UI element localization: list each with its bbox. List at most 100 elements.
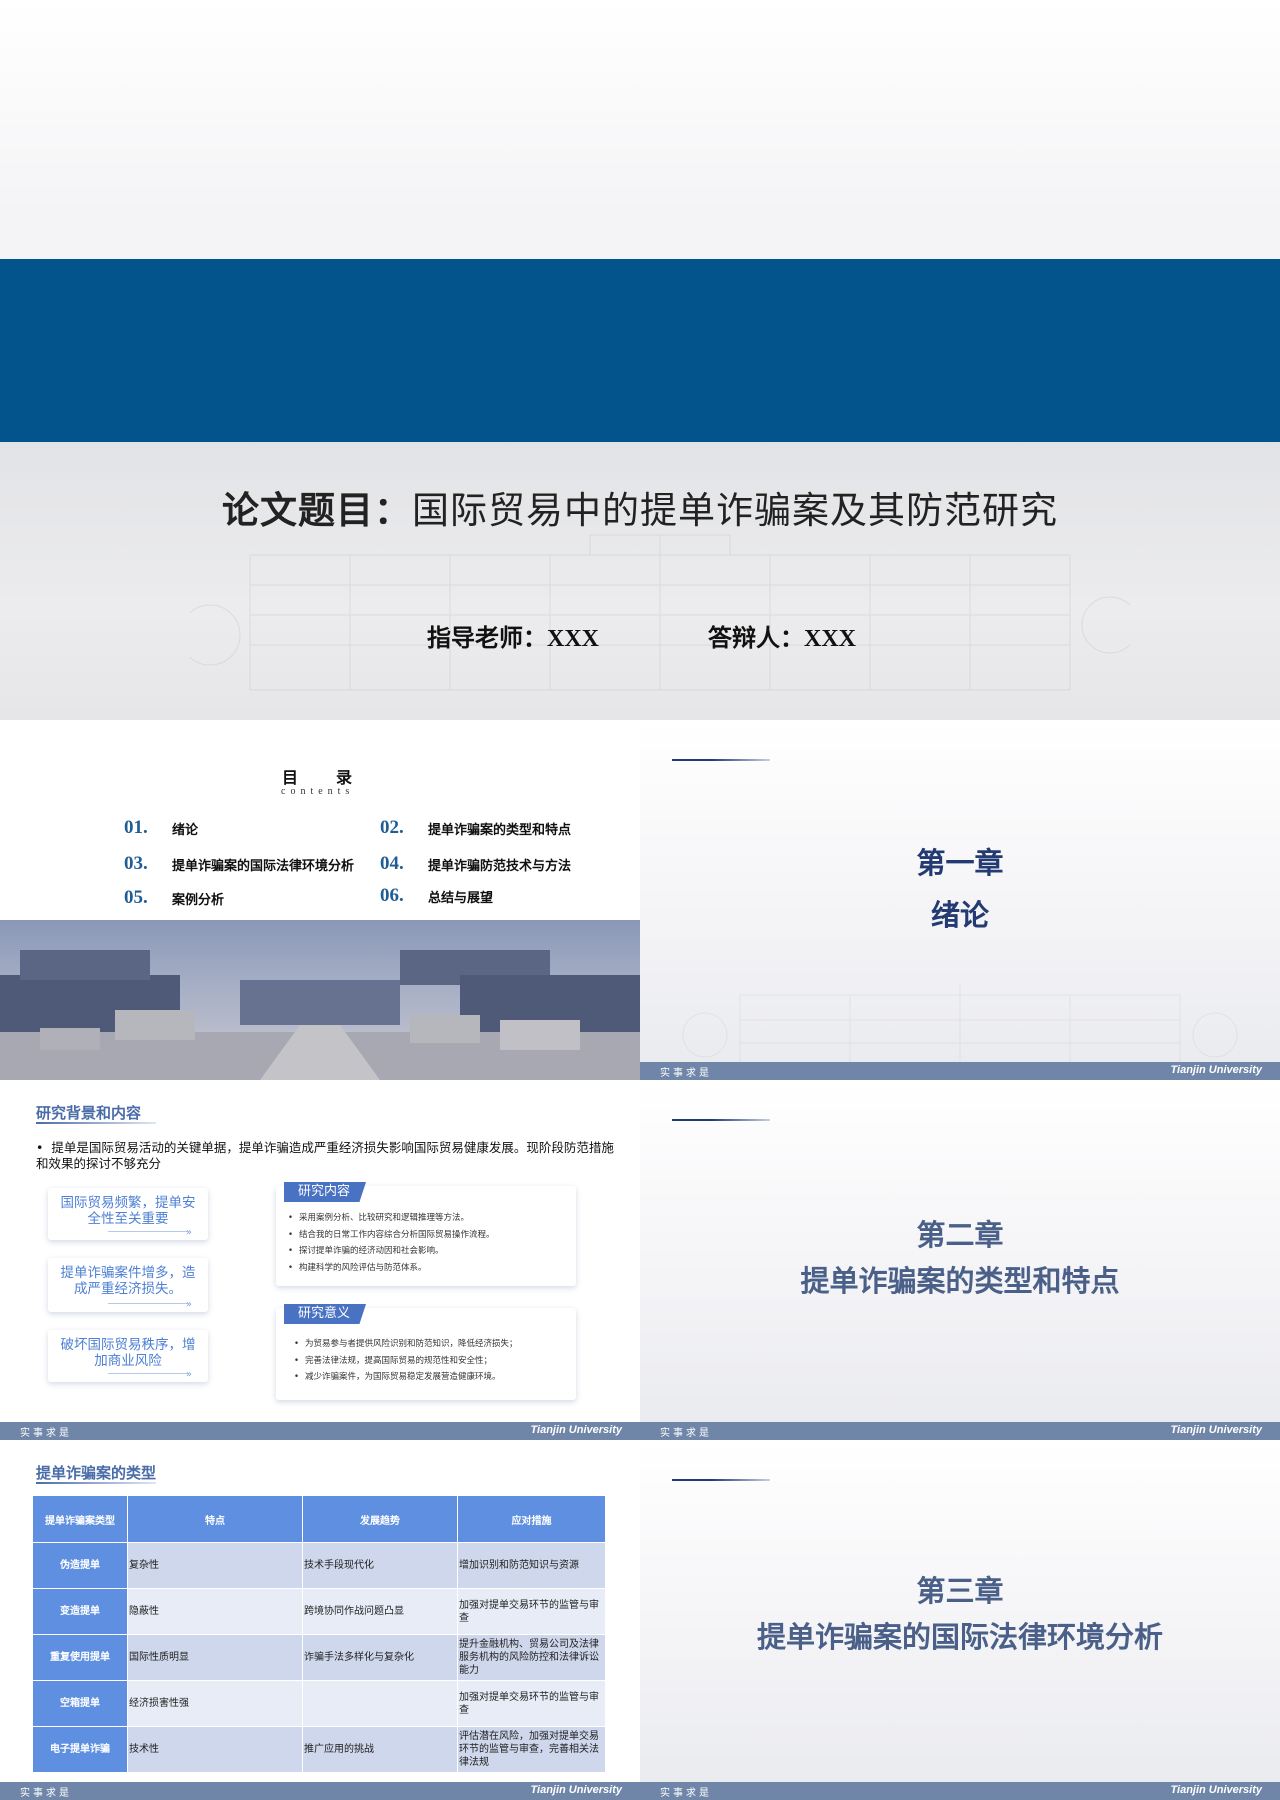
chapter-number: 第二章 <box>916 1218 1004 1252</box>
chapter-title: 绪论 <box>930 898 989 932</box>
footer-university: Tianjin University <box>1170 1784 1263 1796</box>
table-cell: 加强对提单交易环节的监管与审查 <box>457 1680 606 1727</box>
research-content-list: 采用案例分析、比较研究和逻辑推理等方法。 结合我的日常工作内容综合分析国际贸易操… <box>288 1210 495 1276</box>
chevron-right-icon: » <box>185 1227 192 1238</box>
table-cell: 评估潜在风险，加强对提单交易环节的监管与审查，完善相关法律法规 <box>457 1726 606 1773</box>
table-cell: 技术手段现代化 <box>302 1542 458 1589</box>
advisor-line: 指导老师：XXX <box>427 618 599 653</box>
research-significance-list: 为贸易参与者提供风险识别和防范知识，降低经济损失； 完善法律法规，提高国际贸易的… <box>294 1336 518 1386</box>
list-item: 采用案例分析、比较研究和逻辑推理等方法。 <box>288 1210 495 1227</box>
research-significance-panel: 研究意义 为贸易参与者提供风险识别和防范知识，降低经济损失； 完善法律法规，提高… <box>276 1304 576 1400</box>
toc-label: 提单诈骗案的类型和特点 <box>428 822 572 838</box>
toc-subheading: contents <box>281 786 355 797</box>
table-row: 空箱提单 经济损害性强 加强对提单交易环节的监管与审查 <box>32 1680 606 1727</box>
column-header: 发展趋势 <box>302 1495 458 1543</box>
table-cell: 推广应用的挑战 <box>302 1726 458 1773</box>
research-content-panel: 研究内容 采用案例分析、比较研究和逻辑推理等方法。 结合我的日常工作内容综合分析… <box>276 1182 576 1286</box>
footer-seal: 实事求是 <box>20 1428 72 1439</box>
footer-seal: 实事求是 <box>660 1428 712 1439</box>
defender-value: XXX <box>804 626 856 652</box>
toc-heading: 目录 <box>282 768 391 787</box>
research-content-tag: 研究内容 <box>284 1182 367 1202</box>
campus-photo <box>0 920 640 1080</box>
list-item: 减少诈骗案件，为国际贸易稳定发展营造健康环境。 <box>294 1369 518 1386</box>
chapter-number: 第三章 <box>916 1574 1004 1608</box>
table-cell: 增加识别和防范知识与资源 <box>457 1542 606 1589</box>
chevron-right-icon: » <box>185 1299 192 1310</box>
campus-building-sketch <box>190 534 1130 691</box>
column-header: 提单诈骗案类型 <box>32 1495 128 1543</box>
toc-number: 06. <box>380 885 404 906</box>
chevron-right-icon: » <box>185 1369 192 1380</box>
table-header-row: 提单诈骗案类型 特点 发展趋势 应对措施 <box>32 1495 606 1543</box>
footer-university: Tianjin University <box>1170 1064 1263 1076</box>
list-item: 结合我的日常工作内容综合分析国际贸易操作流程。 <box>288 1227 495 1244</box>
chapter-2-slide: 第二章 提单诈骗案的类型和特点 实事求是 Tianjin University <box>640 1080 1280 1440</box>
toc-label: 提单诈骗防范技术与方法 <box>428 858 572 874</box>
chapter-title: 提单诈骗案的国际法律环境分析 <box>756 1620 1163 1654</box>
footer-seal: 实事求是 <box>660 1068 712 1079</box>
decor-line <box>672 1479 770 1481</box>
toc-item-05[interactable]: 05. 案例分析 <box>124 887 224 909</box>
toc-item-03[interactable]: 03. 提单诈骗案的国际法律环境分析 <box>124 853 354 875</box>
toc-number: 03. <box>124 853 148 874</box>
toc-label: 总结与展望 <box>428 890 494 906</box>
table-cell: 经济损害性强 <box>127 1680 303 1727</box>
list-item: 构建科学的风险评估与防范体系。 <box>288 1260 495 1277</box>
card-underline <box>108 1303 188 1304</box>
table-row: 伪造提单 复杂性 技术手段现代化 增加识别和防范知识与资源 <box>32 1542 606 1589</box>
slide-footer: 实事求是 Tianjin University <box>640 1062 1280 1080</box>
toc-number: 05. <box>124 887 148 908</box>
toc-number: 02. <box>380 817 404 838</box>
point-card-3: 破坏国际贸易秩序，增加商业风险 » <box>48 1330 208 1382</box>
thesis-title-text: 国际贸易中的提单诈骗案及其防范研究 <box>412 489 1058 532</box>
slide-footer: 实事求是 Tianjin University <box>0 1782 640 1800</box>
footer-seal: 实事求是 <box>660 1788 712 1799</box>
table-cell: 提升金融机构、贸易公司及法律服务机构的风险防控和法律诉讼能力 <box>457 1634 606 1681</box>
decor-line <box>672 1119 770 1121</box>
toc-slide: 目录 contents 01. 绪论 02. 提单诈骗案的类型和特点 03. 提… <box>0 720 640 1080</box>
toc-label: 提单诈骗案的国际法律环境分析 <box>172 858 355 874</box>
thesis-title-label: 论文题目： <box>222 489 412 532</box>
point-card-2: 提单诈骗案件增多，造成严重经济损失。 » <box>48 1258 208 1312</box>
card-underline <box>108 1231 188 1232</box>
slide-footer: 实事求是 Tianjin University <box>640 1782 1280 1800</box>
table-cell: 空箱提单 <box>32 1680 128 1727</box>
footer-university: Tianjin University <box>530 1784 623 1796</box>
table-cell: 伪造提单 <box>32 1542 128 1589</box>
toc-item-04[interactable]: 04. 提单诈骗防范技术与方法 <box>380 853 571 875</box>
advisor-value: XXX <box>547 626 599 652</box>
table-cell <box>302 1680 458 1727</box>
toc-item-01[interactable]: 01. 绪论 <box>124 817 198 839</box>
list-item: 完善法律法规，提高国际贸易的规范性和安全性； <box>294 1353 518 1370</box>
table-row: 重复使用提单 国际性质明显 诈骗手法多样化与复杂化 提升金融机构、贸易公司及法律… <box>32 1634 606 1681</box>
chapter-title: 提单诈骗案的类型和特点 <box>800 1264 1120 1298</box>
table-cell: 复杂性 <box>127 1542 303 1589</box>
point-card-text: 国际贸易频繁，提单安全性至关重要 <box>60 1195 196 1227</box>
table-cell: 技术性 <box>127 1726 303 1773</box>
chapter-number: 第一章 <box>916 846 1004 880</box>
section-title: 研究背景和内容 <box>36 1104 142 1122</box>
campus-photo-illustration <box>0 950 640 1080</box>
table-cell: 跨境协同作战问题凸显 <box>302 1588 458 1635</box>
toc-label: 案例分析 <box>172 892 225 908</box>
toc-number: 01. <box>124 817 148 838</box>
background-bullet-text: 提单是国际贸易活动的关键单据，提单诈骗造成严重经济损失影响国际贸易健康发展。现阶… <box>36 1140 614 1171</box>
footer-university: Tianjin University <box>530 1424 623 1436</box>
toc-item-06[interactable]: 06. 总结与展望 <box>380 885 493 907</box>
table-cell: 变造提单 <box>32 1588 128 1635</box>
advisor-label: 指导老师： <box>427 624 547 652</box>
column-header: 应对措施 <box>457 1495 606 1543</box>
section-underline <box>36 1122 156 1124</box>
footer-university: Tianjin University <box>1170 1424 1263 1436</box>
list-item: 探讨提单诈骗的经济动因和社会影响。 <box>288 1243 495 1260</box>
table-cell: 电子提单诈骗 <box>32 1726 128 1773</box>
toc-number: 04. <box>380 853 404 874</box>
list-item: 为贸易参与者提供风险识别和防范知识，降低经济损失； <box>294 1336 518 1353</box>
cover-blue-band <box>0 259 1280 442</box>
background-bullet: • 提单是国际贸易活动的关键单据，提单诈骗造成严重经济损失影响国际贸易健康发展。… <box>36 1140 614 1171</box>
thesis-title: 论文题目：国际贸易中的提单诈骗案及其防范研究 <box>0 480 1280 534</box>
toc-item-02[interactable]: 02. 提单诈骗案的类型和特点 <box>380 817 571 839</box>
defender-label: 答辩人： <box>708 624 804 652</box>
column-header: 特点 <box>127 1495 303 1543</box>
